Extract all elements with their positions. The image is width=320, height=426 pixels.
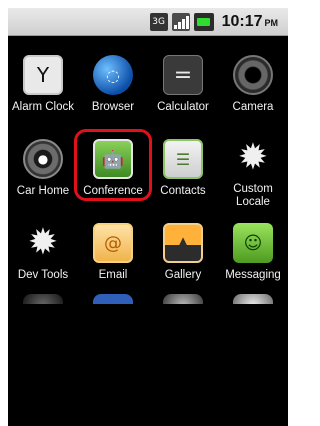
alarm-clock-icon: Y [23,55,63,95]
contacts-icon: ☰ [163,139,203,179]
3g-icon: 3G [149,13,168,31]
app-car-home[interactable]: ● Car Home [8,125,78,209]
ampm-text: PM [264,17,279,28]
partial-app-icon [233,294,273,304]
app-camera[interactable]: Camera [218,41,288,125]
app-label: Dev Tools [17,269,69,281]
signal-icon [171,13,190,31]
app-label: Camera [232,101,274,113]
app-custom-locale[interactable]: ✹ Custom Locale [218,125,288,209]
partial-app-icon [23,294,63,304]
app-label: Alarm Clock [12,101,74,113]
app-email[interactable]: @ Email [78,209,148,293]
app-dev-tools[interactable]: ✹ Dev Tools [8,209,78,293]
email-icon: @ [93,223,133,263]
next-row-partial-icons [8,294,288,304]
calculator-icon: = [163,55,203,95]
custom-locale-gear-icon: ✹ [237,137,269,178]
status-icons: 3G 10:17 PM [149,12,278,33]
conference-android-icon: 🤖 [93,139,133,179]
app-label: Custom Locale [233,183,273,208]
app-messaging[interactable]: ☺ Messaging [218,209,288,293]
dev-tools-gear-icon: ✹ [27,222,59,263]
app-calculator[interactable]: = Calculator [148,41,218,125]
status-bar: 3G 10:17 PM [8,8,288,36]
status-time: 10:17 PM [222,12,278,33]
app-label: Car Home [16,185,70,197]
app-alarm-clock[interactable]: Y Alarm Clock [8,41,78,125]
app-grid: Y Alarm Clock ◌ Browser = Calculator Cam… [8,41,288,293]
app-conference[interactable]: 🤖 Conference [78,125,148,209]
app-label: Email [98,269,128,281]
app-label: Calculator [157,101,209,113]
app-label: Messaging [225,269,281,281]
app-browser[interactable]: ◌ Browser [78,41,148,125]
app-contacts[interactable]: ☰ Contacts [148,125,218,209]
battery-icon [193,13,214,31]
car-home-icon: ● [23,139,63,179]
phone-screen: 3G 10:17 PM Y Alarm Clock ◌ Browser = Ca… [8,8,288,426]
app-label: Contacts [160,185,206,197]
app-gallery[interactable]: ▲ Gallery [148,209,218,293]
messaging-icon: ☺ [233,223,273,263]
gallery-icon: ▲ [163,223,203,263]
app-label: Gallery [164,269,202,281]
camera-icon [233,55,273,95]
time-text: 10:17 [221,12,263,30]
app-label: Browser [91,101,135,113]
partial-app-icon [163,294,203,304]
browser-globe-icon: ◌ [93,55,133,95]
partial-app-icon [93,294,133,304]
app-label: Conference [83,185,143,197]
